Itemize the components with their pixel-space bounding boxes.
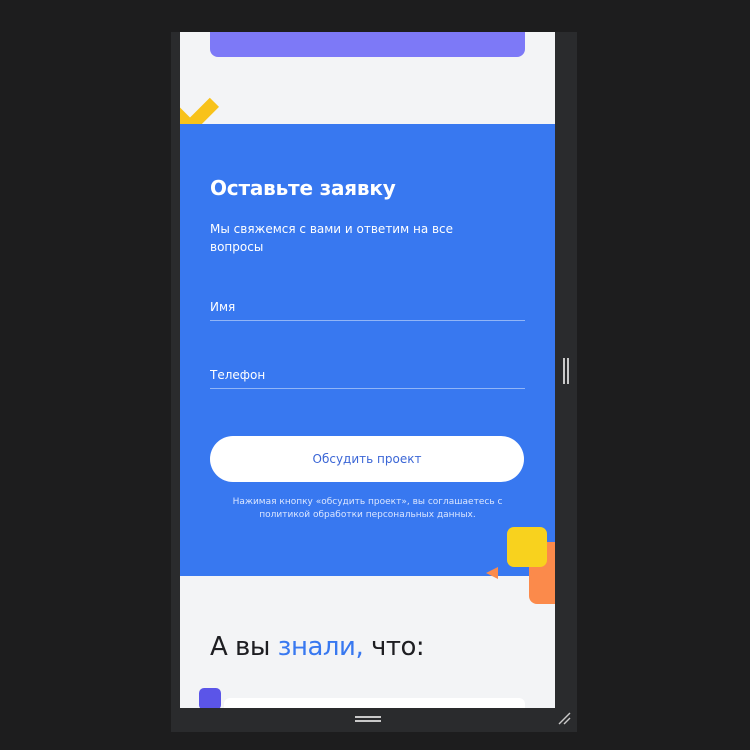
request-form-section: Оставьте заявку Мы свяжемся с вами и отв… (180, 124, 555, 576)
consent-text: Нажимая кнопку «обсудить проект», вы сог… (232, 497, 503, 520)
orange-triangle-decoration (486, 567, 498, 579)
form-subtitle: Мы свяжемся с вами и ответим на все вопр… (210, 222, 454, 254)
name-field (210, 286, 525, 321)
phone-input[interactable] (210, 368, 525, 382)
resize-grip-icon[interactable] (557, 711, 571, 725)
horizontal-drag-handle[interactable] (355, 716, 381, 722)
page-viewport[interactable]: Оставьте заявку Мы свяжемся с вами и отв… (180, 32, 555, 708)
phone-field (210, 354, 525, 389)
name-input[interactable] (210, 300, 525, 314)
yellow-square-decoration (507, 527, 547, 567)
fact-card (224, 698, 525, 708)
facts-title: А вы знали, что: (210, 632, 425, 662)
purple-square-decoration (199, 688, 221, 708)
facts-title-after: что: (363, 632, 425, 662)
previous-card (210, 32, 525, 57)
facts-title-highlight: знали, (277, 632, 364, 662)
facts-title-before: А вы (210, 632, 278, 662)
vertical-drag-handle[interactable] (563, 358, 569, 384)
discuss-project-button[interactable]: Обсудить проект (210, 436, 524, 482)
form-title: Оставьте заявку (210, 176, 396, 200)
